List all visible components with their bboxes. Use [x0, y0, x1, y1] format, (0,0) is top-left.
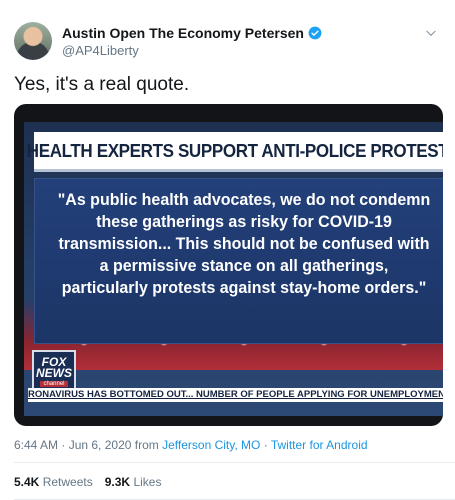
from-label: from [134, 438, 159, 452]
name-row: Austin Open The Economy Petersen [62, 25, 322, 41]
tweet-header: Austin Open The Economy Petersen @AP4Lib… [14, 22, 444, 66]
avatar[interactable] [14, 22, 52, 60]
location-link[interactable]: Jefferson City, MO [162, 438, 260, 452]
likes-label: Likes [133, 475, 162, 489]
retweets-count: 5.4K [14, 475, 40, 489]
retweets-stat[interactable]: 5.4K Retweets [14, 475, 93, 489]
logo-line-3: channel [40, 381, 68, 387]
tv-screen: HEALTH EXPERTS SUPPORT ANTI-POLICE PROTE… [24, 122, 443, 416]
verified-badge-icon [308, 26, 322, 40]
ticker-text: RONAVIRUS HAS BOTTOMED OUT... NUMBER OF … [28, 389, 443, 400]
retweets-label: Retweets [42, 475, 93, 489]
logo-line-2: NEWS [36, 366, 72, 380]
tweet-stats: 5.4K Retweets 9.3K Likes [14, 475, 161, 489]
quote-box: "As public health advocates, we do not c… [34, 178, 443, 344]
handle[interactable]: @AP4Liberty [62, 43, 139, 58]
display-name[interactable]: Austin Open The Economy Petersen [62, 25, 304, 41]
tweet-media-image[interactable]: HEALTH EXPERTS SUPPORT ANTI-POLICE PROTE… [14, 104, 443, 426]
headline-bar: HEALTH EXPERTS SUPPORT ANTI-POLICE PROTE… [26, 132, 443, 172]
news-ticker: RONAVIRUS HAS BOTTOMED OUT... NUMBER OF … [28, 388, 443, 402]
tweet-text: Yes, it's a real quote. [14, 74, 190, 95]
chevron-down-icon[interactable] [424, 26, 438, 40]
tweet-meta: 6:44 AM · Jun 6, 2020 from Jefferson Cit… [14, 438, 368, 452]
source-link[interactable]: Twitter for Android [271, 438, 368, 452]
likes-count: 9.3K [104, 475, 131, 489]
meta-separator: · [263, 438, 268, 452]
media-quote: "As public health advocates, we do not c… [57, 190, 431, 297]
likes-stat[interactable]: 9.3K Likes [105, 475, 162, 489]
divider [14, 462, 455, 463]
timestamp[interactable]: 6:44 AM · Jun 6, 2020 [14, 438, 131, 452]
media-headline: HEALTH EXPERTS SUPPORT ANTI-POLICE PROTE… [26, 139, 443, 161]
